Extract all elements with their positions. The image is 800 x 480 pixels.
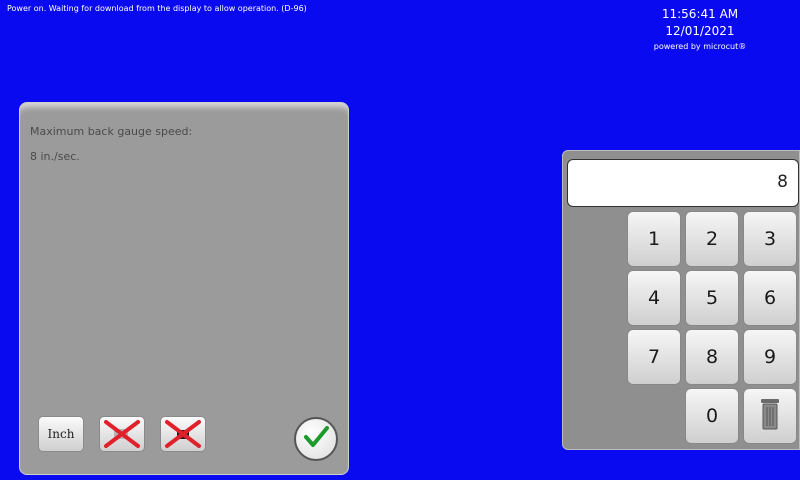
key-9[interactable]: 9 (743, 329, 797, 385)
delete-key[interactable] (743, 388, 797, 444)
clock-date: 12/01/2021 (665, 24, 735, 38)
key-4[interactable]: 4 (627, 270, 681, 326)
red-x-icon (163, 419, 203, 449)
confirm-button[interactable] (294, 417, 338, 461)
parameter-title: Maximum back gauge speed: (30, 125, 193, 138)
clock-time: 11:56:41 AM (661, 7, 739, 21)
powered-by-label: powered by microcut® (653, 42, 747, 51)
red-x-icon (102, 419, 142, 449)
cancel-button-1[interactable] (99, 416, 145, 452)
parameter-panel: Maximum back gauge speed: 8 in./sec. Inc… (19, 102, 349, 475)
trash-icon (759, 397, 781, 436)
key-6[interactable]: 6 (743, 270, 797, 326)
key-0[interactable]: 0 (685, 388, 739, 444)
numeric-keypad: 8 1 2 3 4 5 6 7 8 9 0 (562, 150, 800, 450)
key-1[interactable]: 1 (627, 211, 681, 267)
key-5[interactable]: 5 (685, 270, 739, 326)
key-8[interactable]: 8 (685, 329, 739, 385)
check-icon (301, 422, 331, 456)
cancel-button-2[interactable] (160, 416, 206, 452)
keypad-display[interactable]: 8 (567, 159, 799, 207)
clock: 11:56:41 AM 12/01/2021 powered by microc… (620, 6, 780, 54)
key-7[interactable]: 7 (627, 329, 681, 385)
status-message: Power on. Waiting for download from the … (7, 4, 307, 13)
key-2[interactable]: 2 (685, 211, 739, 267)
parameter-value: 8 in./sec. (30, 150, 80, 163)
inch-unit-button[interactable]: Inch (38, 416, 84, 452)
key-3[interactable]: 3 (743, 211, 797, 267)
